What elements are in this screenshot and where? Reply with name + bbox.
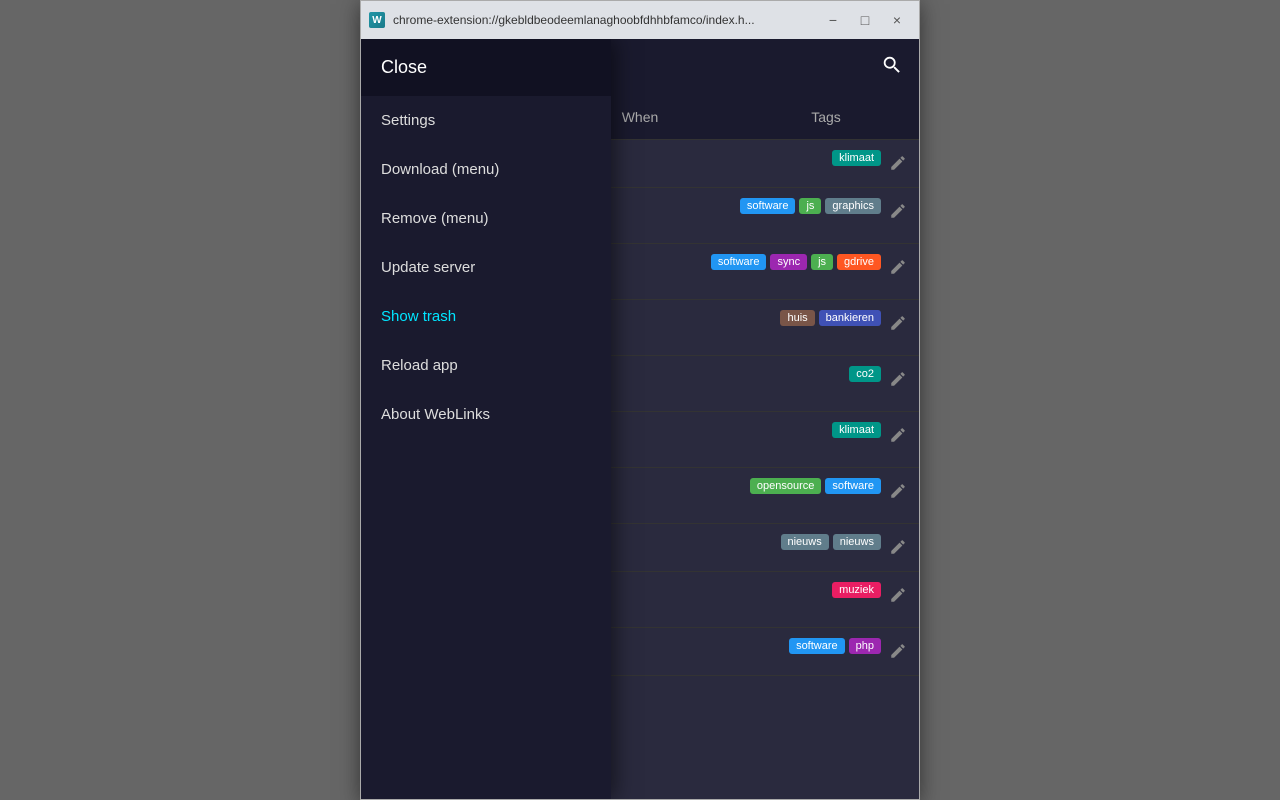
app-content: tegories When Tags klimaatsoftwarejsgrap…	[361, 39, 919, 799]
menu-item-update-server[interactable]: Update server	[361, 243, 611, 292]
menu-item-remove[interactable]: Remove (menu)	[361, 194, 611, 243]
minimize-button[interactable]: −	[819, 6, 847, 34]
tag-badge: js	[799, 198, 821, 214]
edit-button[interactable]	[889, 314, 907, 337]
browser-window: W chrome-extension://gkebldbeodeemlanagh…	[360, 0, 920, 800]
tag-badge: php	[849, 638, 881, 654]
maximize-button[interactable]: □	[851, 6, 879, 34]
tag-badge: klimaat	[832, 422, 881, 438]
extension-favicon: W	[369, 12, 385, 28]
tag-badge: software	[825, 478, 881, 494]
tag-badge: co2	[849, 366, 881, 382]
close-button[interactable]: ×	[883, 6, 911, 34]
dropdown-menu: Close SettingsDownload (menu)Remove (men…	[361, 39, 611, 799]
edit-button[interactable]	[889, 642, 907, 665]
tag-badge: software	[740, 198, 796, 214]
edit-button[interactable]	[889, 426, 907, 449]
tag-badge: gdrive	[837, 254, 881, 270]
edit-button[interactable]	[889, 154, 907, 177]
edit-button[interactable]	[889, 538, 907, 561]
edit-button[interactable]	[889, 370, 907, 393]
tag-badge: klimaat	[832, 150, 881, 166]
menu-item-show-trash[interactable]: Show trash	[361, 292, 611, 341]
url-bar: chrome-extension://gkebldbeodeemlanaghoo…	[393, 13, 811, 27]
search-button[interactable]	[881, 54, 903, 82]
tag-badge: graphics	[825, 198, 881, 214]
edit-button[interactable]	[889, 586, 907, 609]
edit-button[interactable]	[889, 258, 907, 281]
menu-close-button[interactable]: Close	[361, 39, 611, 96]
menu-item-reload-app[interactable]: Reload app	[361, 341, 611, 390]
edit-button[interactable]	[889, 482, 907, 505]
title-bar: W chrome-extension://gkebldbeodeemlanagh…	[361, 1, 919, 39]
tag-badge: bankieren	[819, 310, 881, 326]
tag-badge: software	[789, 638, 845, 654]
tag-badge: nieuws	[781, 534, 829, 550]
menu-item-download[interactable]: Download (menu)	[361, 145, 611, 194]
tag-badge: software	[711, 254, 767, 270]
tag-badge: muziek	[832, 582, 881, 598]
tag-badge: opensource	[750, 478, 822, 494]
menu-item-about[interactable]: About WebLinks	[361, 390, 611, 439]
edit-button[interactable]	[889, 202, 907, 225]
tag-badge: sync	[770, 254, 807, 270]
window-controls: − □ ×	[819, 6, 911, 34]
menu-item-settings[interactable]: Settings	[361, 96, 611, 145]
tag-badge: huis	[780, 310, 814, 326]
tab-tags[interactable]: Tags	[733, 97, 919, 139]
tag-badge: js	[811, 254, 833, 270]
tag-badge: nieuws	[833, 534, 881, 550]
